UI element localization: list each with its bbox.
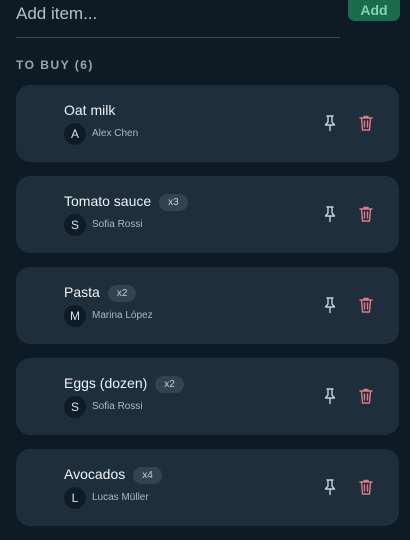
list-item[interactable]: Pasta x2 M Marina López [16,267,399,344]
item-name: Pasta x2 [64,284,137,302]
item-name: Eggs (dozen) x2 [64,375,184,393]
pin-icon[interactable] [322,205,338,223]
pin-icon[interactable] [322,387,338,405]
add-button[interactable]: Add [348,0,400,21]
item-name: Avocados x4 [64,466,162,484]
section-title: TO BUY (6) [16,58,94,72]
item-name-text: Avocados [64,466,126,482]
quantity-badge: x2 [155,376,184,393]
quantity-badge: x4 [133,467,162,484]
item-name-text: Pasta [64,284,100,300]
trash-icon[interactable] [358,205,374,223]
pin-icon[interactable] [322,296,338,314]
trash-icon[interactable] [358,478,374,496]
avatar: M [64,305,86,327]
list-item[interactable]: Eggs (dozen) x2 S Sofia Rossi [16,358,399,435]
added-by-name: Alex Chen [92,128,139,139]
item-name: Tomato sauce x3 [64,193,188,211]
list-item[interactable]: Avocados x4 L Lucas Müller [16,449,399,526]
quantity-badge: x3 [159,194,188,211]
list-item[interactable]: Oat milk A Alex Chen [16,85,399,162]
add-item-input[interactable] [16,0,340,38]
added-by-name: Sofia Rossi [92,219,143,230]
item-name-text: Tomato sauce [64,193,152,209]
added-by-name: Marina López [92,310,153,321]
pin-icon[interactable] [322,114,338,132]
pin-icon[interactable] [322,478,338,496]
add-item-bar: Add [0,0,410,44]
avatar: A [64,123,86,145]
to-buy-list: Oat milk A Alex Chen Tomato sauce x3 S So… [16,85,399,540]
item-name-text: Oat milk [64,102,116,118]
avatar: S [64,396,86,418]
trash-icon[interactable] [358,114,374,132]
trash-icon[interactable] [358,387,374,405]
item-name-text: Eggs (dozen) [64,375,148,391]
item-name: Oat milk [64,102,115,118]
added-by-name: Lucas Müller [92,492,149,503]
list-item[interactable]: Tomato sauce x3 S Sofia Rossi [16,176,399,253]
avatar: L [64,487,86,509]
trash-icon[interactable] [358,296,374,314]
added-by-name: Sofia Rossi [92,401,143,412]
avatar: S [64,214,86,236]
quantity-badge: x2 [107,285,137,302]
